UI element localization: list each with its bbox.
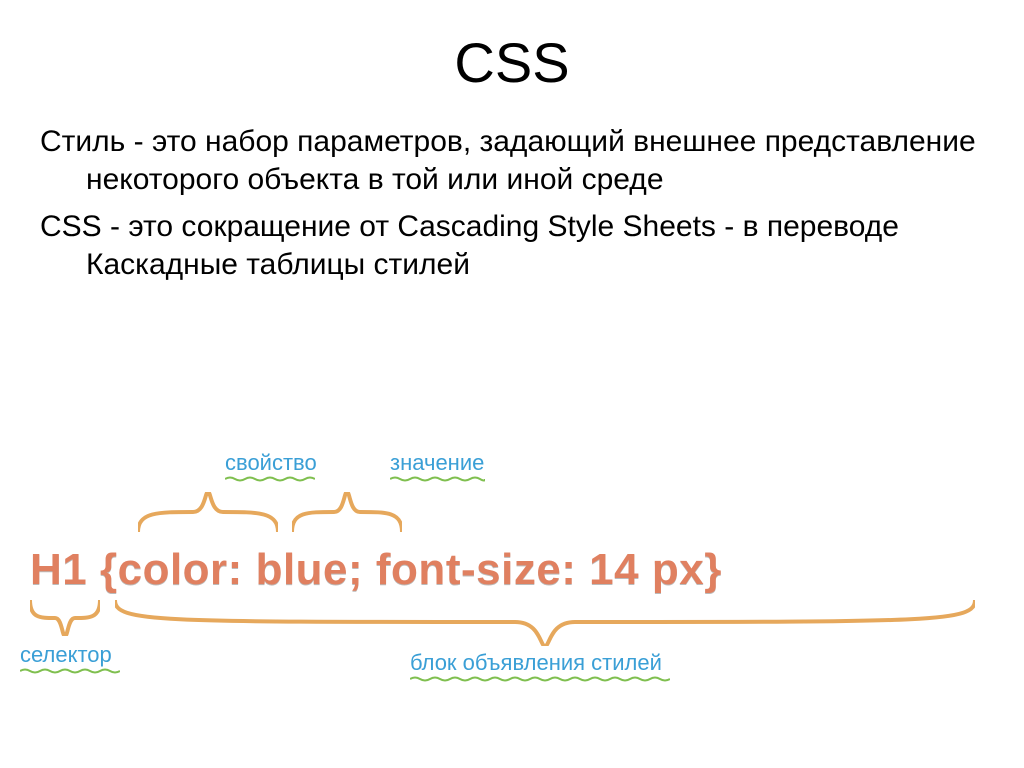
squiggle-icon — [410, 676, 670, 680]
brace-bottom-block — [115, 600, 975, 651]
code-rest: font-size: 14 px — [376, 545, 704, 594]
squiggle-icon — [390, 476, 485, 480]
css-code-line: H1 {color: blue; font-size: 14 px} — [30, 545, 994, 605]
paragraph: CSS - это сокращение от Cascading Style … — [40, 208, 984, 283]
slide: CSS Стиль - это набор параметров, задающ… — [0, 30, 1024, 768]
code-value: blue — [256, 545, 348, 594]
brace-bottom-selector — [30, 600, 100, 641]
squiggle-icon — [20, 668, 120, 672]
brace-top-value — [292, 492, 402, 537]
code-semicolon: ; — [348, 545, 376, 594]
selector-label: селектор — [20, 642, 112, 668]
property-label: свойство — [225, 450, 317, 476]
code-brace-open: { — [100, 545, 118, 594]
css-syntax-diagram: свойство значение H1 {color: blue; font-… — [30, 450, 994, 710]
block-label: блок объявления стилей — [410, 650, 662, 676]
slide-title: CSS — [0, 30, 1024, 95]
paragraph: Стиль - это набор параметров, задающий в… — [40, 123, 984, 198]
brace-top-property — [138, 492, 278, 537]
value-label: значение — [390, 450, 484, 476]
code-brace-close: } — [704, 545, 722, 594]
squiggle-icon — [225, 476, 315, 480]
code-property: color: — [118, 545, 256, 594]
code-selector: H1 — [30, 545, 100, 594]
slide-body: Стиль - это набор параметров, задающий в… — [0, 123, 1024, 283]
